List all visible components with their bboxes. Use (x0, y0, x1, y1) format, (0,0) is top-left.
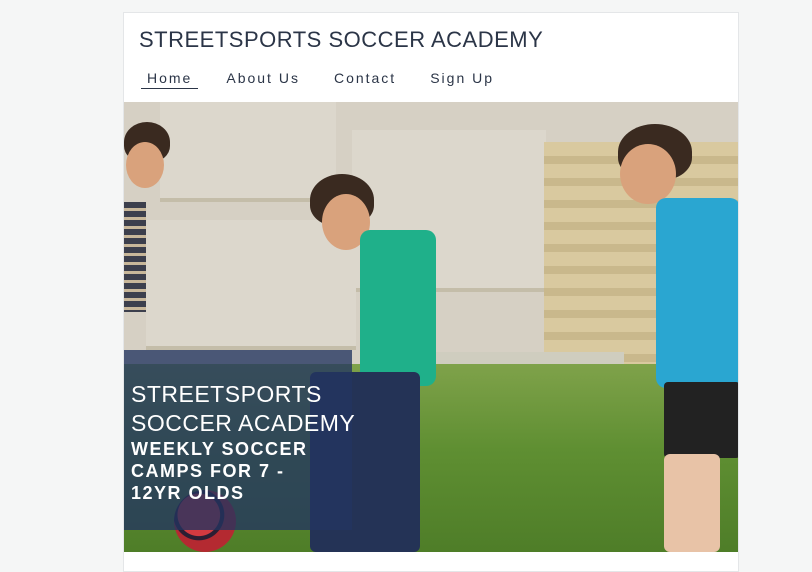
kid-right-face (620, 144, 676, 204)
nav-sign-up[interactable]: Sign Up (424, 70, 500, 89)
main-nav: Home About Us Contact Sign Up (141, 70, 522, 89)
nav-home[interactable]: Home (141, 70, 199, 89)
nav-contact[interactable]: Contact (328, 70, 402, 89)
page-card: STREETSPORTS SOCCER ACADEMY Home About U… (123, 12, 739, 572)
kid-right-shirt (656, 198, 738, 388)
kid-left-face (126, 142, 164, 188)
hero-image: STREETSPORTS SOCCER ACADEMY WEEKLY SOCCE… (124, 102, 738, 552)
nav-about-us[interactable]: About Us (220, 70, 306, 89)
kid-middle-shirt (360, 230, 436, 386)
kid-right-legs (664, 454, 720, 552)
site-title[interactable]: STREETSPORTS SOCCER ACADEMY (139, 27, 543, 53)
hero-subheading: WEEKLY SOCCER CAMPS FOR 7 - 12YR OLDS (131, 439, 308, 503)
kid-left-shirt (124, 202, 146, 312)
hero-heading: STREETSPORTS SOCCER ACADEMY (131, 381, 356, 436)
kid-right-shorts (664, 382, 738, 458)
hero-overlay: STREETSPORTS SOCCER ACADEMY WEEKLY SOCCE… (124, 350, 355, 530)
